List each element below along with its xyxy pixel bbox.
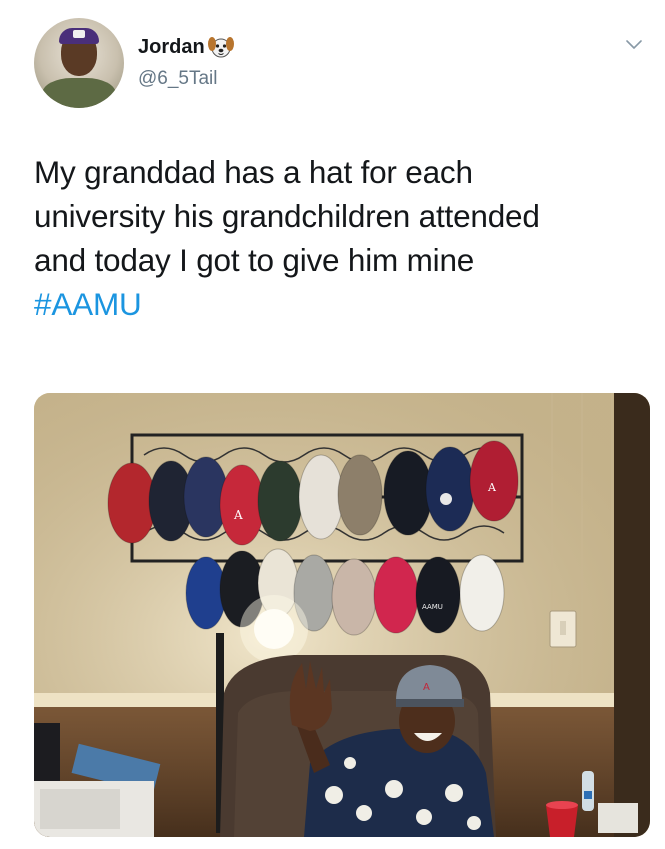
user-name-row[interactable]: Jordan [138,34,234,60]
tweet-text-line-2: university his grandchildren attended [34,198,540,234]
avatar-cap-logo [73,30,85,38]
cap-label-2: A [487,481,497,494]
cap-label-3: AAMU [422,603,443,611]
avatar[interactable] [34,18,124,108]
display-name[interactable]: Jordan [138,36,205,59]
tweet-text-line-1: My granddad has a hat for each [34,154,473,190]
dog-face-emoji-icon [207,35,234,59]
cap-label-1: A [233,508,243,522]
tweet-card: Jordan @6_5Tail My granddad has a hat fo… [0,0,665,849]
tweet-text: My granddad has a hat for each universit… [34,150,634,326]
chevron-down-icon[interactable] [625,38,643,50]
svg-text:A: A [423,682,430,693]
tweet-photo[interactable]: A A AAMU A [34,393,650,837]
hashtag-link[interactable]: #AAMU [34,282,634,326]
tweet-text-line-3: and today I got to give him mine [34,242,475,278]
user-handle[interactable]: @6_5Tail [138,68,218,90]
avatar-shirt [42,78,116,108]
